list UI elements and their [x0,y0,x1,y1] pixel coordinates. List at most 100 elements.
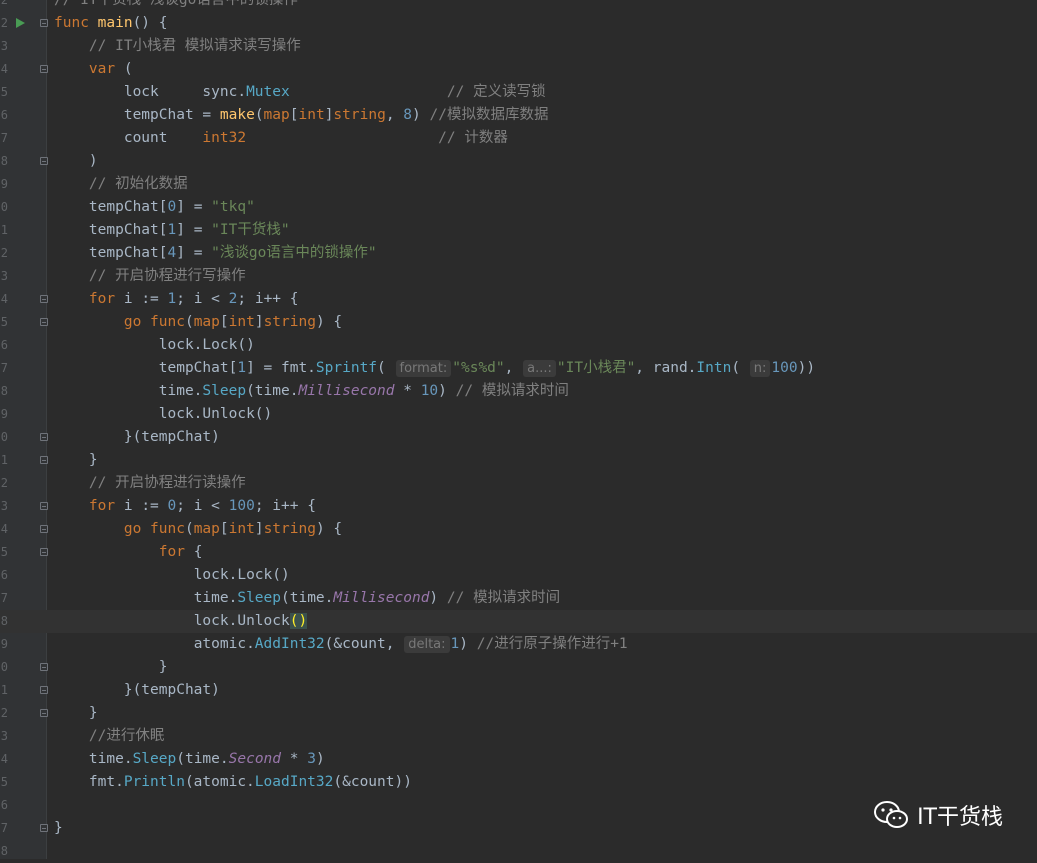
type-name: Mutex [246,84,290,100]
code-text: )) [797,360,816,376]
fold-icon[interactable] [40,502,48,510]
fold-icon[interactable] [40,433,48,441]
code-text: tempChat[ [88,245,168,261]
code-lines: 2// IT干货栈 浅谈go语言中的锁操作 2 func main() { 3 /… [0,0,1037,863]
line-number: 4 [0,62,8,76]
comment: // 开启协程进行读操作 [88,475,246,491]
line-number: 2 [0,16,8,30]
code-text: ( [731,360,741,376]
code-line: 2 } [0,702,1037,725]
fold-icon[interactable] [40,19,48,27]
fold-icon[interactable] [40,65,48,73]
code-line: 5 fmt.Println(atomic.LoadInt32(&count)) [0,771,1037,794]
fold-icon[interactable] [40,663,48,671]
function-name: main [97,15,133,31]
constant: Second [228,751,282,767]
matched-paren: () [289,613,308,629]
code-text: (&count, [324,636,404,652]
line-number: 9 [0,177,8,191]
string-literal: "tkq" [211,199,255,215]
fold-icon[interactable] [40,295,48,303]
code-line: 0 tempChat[0] = "tkq" [0,196,1037,219]
keyword: var [88,61,116,77]
code-text: ] = [176,245,212,261]
code-line: 8 ) [0,150,1037,173]
line-number: 5 [0,775,8,789]
line-number: 6 [0,798,8,812]
code-line: 7 tempChat[1] = fmt.Sprintf( format: "%s%… [0,357,1037,380]
code-line: 6 lock.Lock() [0,334,1037,357]
run-icon[interactable] [16,18,25,28]
code-line: 9 atomic.AddInt32(&count, delta: 1) //进行原… [0,633,1037,656]
line-number: 8 [0,384,8,398]
line-number: 4 [0,292,8,306]
code-text: ; i++ { [237,291,299,307]
watermark: IT干货栈 [873,799,1003,831]
string-literal: "浅谈go语言中的锁操作" [211,245,377,261]
line-number: 1 [0,683,8,697]
code-line: 5 for { [0,541,1037,564]
parameter-hint: delta: [404,636,450,653]
code-line: 7 time.Sleep(time.Millisecond) // 模拟请求时间 [0,587,1037,610]
code-line: 3 // 开启协程进行写操作 [0,265,1037,288]
comment: //模拟数据库数据 [429,107,549,123]
fold-icon[interactable] [40,456,48,464]
number: 10 [420,383,439,399]
code-text: } [88,452,98,468]
fold-icon[interactable] [40,824,48,832]
code-text: lock.Lock() [193,567,290,583]
code-text: tempChat[ [158,360,238,376]
watermark-text: IT干货栈 [917,805,1003,830]
type-keyword: string [263,521,316,537]
code-text: * [281,751,308,767]
type-keyword: int [228,314,255,330]
string-literal: "%s%d" [452,360,505,376]
method-name: Println [123,774,185,790]
code-line: 3 for i := 0; i < 100; i++ { [0,495,1037,518]
fold-icon[interactable] [40,686,48,694]
keyword: func [150,314,185,330]
code-line: 4 time.Sleep(time.Second * 3) [0,748,1037,771]
number: 4 [167,245,177,261]
method-name: Sleep [237,590,281,606]
fold-icon[interactable] [40,318,48,326]
number: 3 [307,751,316,767]
code-text: ( [184,521,194,537]
package-name: sync. [202,84,247,100]
code-text: * [394,383,421,399]
line-number: 0 [0,660,8,674]
line-number: 1 [0,223,8,237]
fold-icon[interactable] [40,525,48,533]
code-text: lock.Unlock() [158,406,273,422]
fold-icon[interactable] [40,157,48,165]
line-number: 6 [0,338,8,352]
keyword: for [88,498,116,514]
keyword: func [150,521,185,537]
code-text: ) [412,107,421,123]
code-line: 1 } [0,449,1037,472]
type-keyword: int [228,521,255,537]
fold-icon[interactable] [40,709,48,717]
line-number: 8 [0,614,8,628]
code-text: (atomic. [184,774,255,790]
line-number: 9 [0,637,8,651]
code-line: 1 }(tempChat) [0,679,1037,702]
number: 0 [167,498,177,514]
code-line: 3 // IT小栈君 模拟请求读写操作 [0,35,1037,58]
method-name: Sleep [132,751,177,767]
code-editor[interactable]: 2// IT干货栈 浅谈go语言中的锁操作 2 func main() { 3 /… [0,0,1037,859]
code-line: 8 [0,840,1037,863]
keyword: go [123,314,142,330]
code-text: } [88,705,98,721]
code-line: 5 go func(map[int]string) { [0,311,1037,334]
method-name: Intn [696,360,732,376]
code-line: 2 tempChat[4] = "浅谈go语言中的锁操作" [0,242,1037,265]
code-text: , [504,360,523,376]
identifier: lock [123,84,159,100]
code-line: 4 for i := 1; i < 2; i++ { [0,288,1037,311]
code-text: ] = fmt. [246,360,316,376]
parameter-hint: a...: [523,360,556,377]
line-number: 2 [0,476,8,490]
fold-icon[interactable] [40,548,48,556]
comment: //进行原子操作进行+1 [476,636,628,652]
